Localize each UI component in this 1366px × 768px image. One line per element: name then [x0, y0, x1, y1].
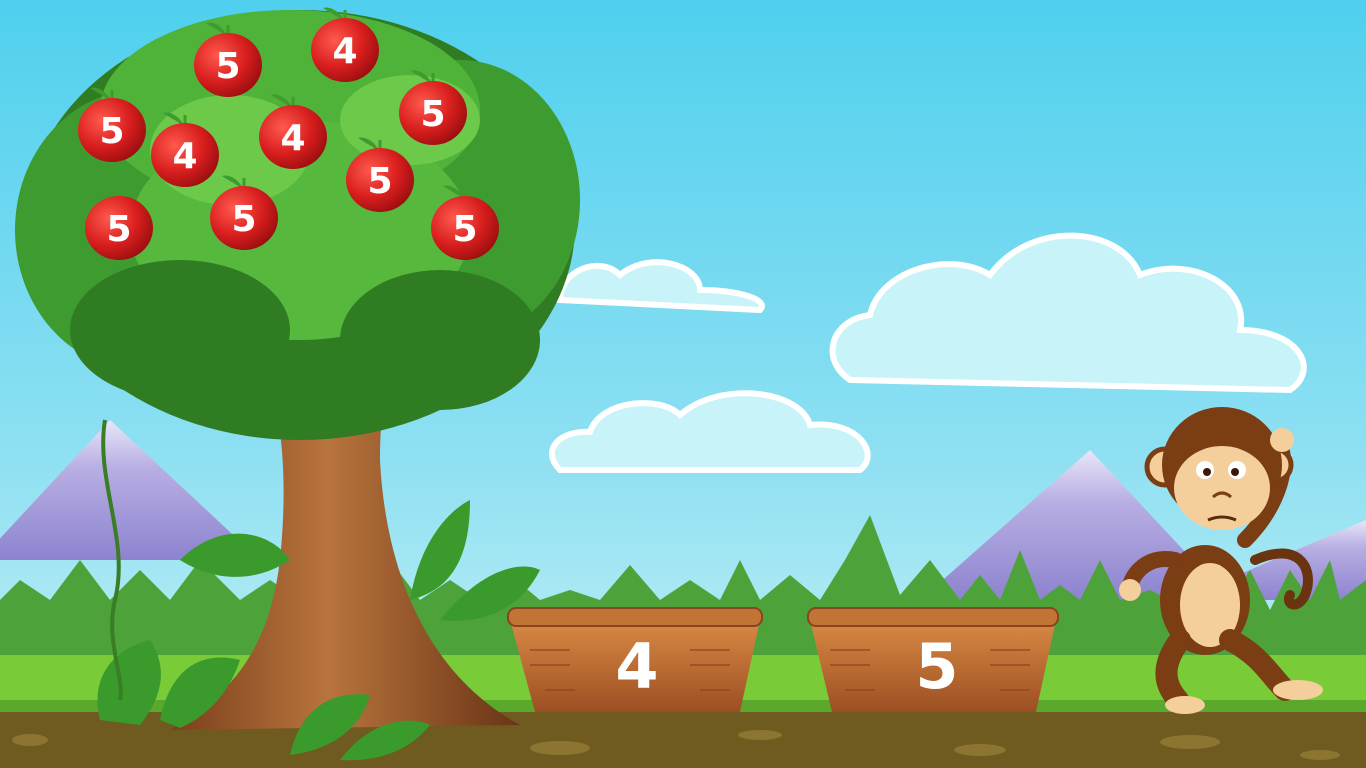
basket-number: 5 — [915, 630, 958, 703]
apple-number: 5 — [106, 209, 131, 250]
apple-number: 5 — [99, 111, 124, 152]
apple-number: 4 — [280, 118, 305, 159]
basket-2[interactable]: 5 — [807, 607, 1059, 712]
apple-number: 4 — [172, 136, 197, 177]
basket-1[interactable]: 4 — [507, 607, 763, 712]
apple-number: 4 — [332, 31, 357, 72]
basket-number: 4 — [615, 630, 658, 703]
apple-number: 5 — [367, 161, 392, 202]
apple-number: 5 — [215, 46, 240, 87]
apple-number: 5 — [452, 209, 477, 250]
apple-number: 5 — [231, 199, 256, 240]
apple-number: 5 — [420, 94, 445, 135]
game-scene: 5 4 5 5 4 4 5 5 5 5 4 5 — [0, 0, 1366, 768]
